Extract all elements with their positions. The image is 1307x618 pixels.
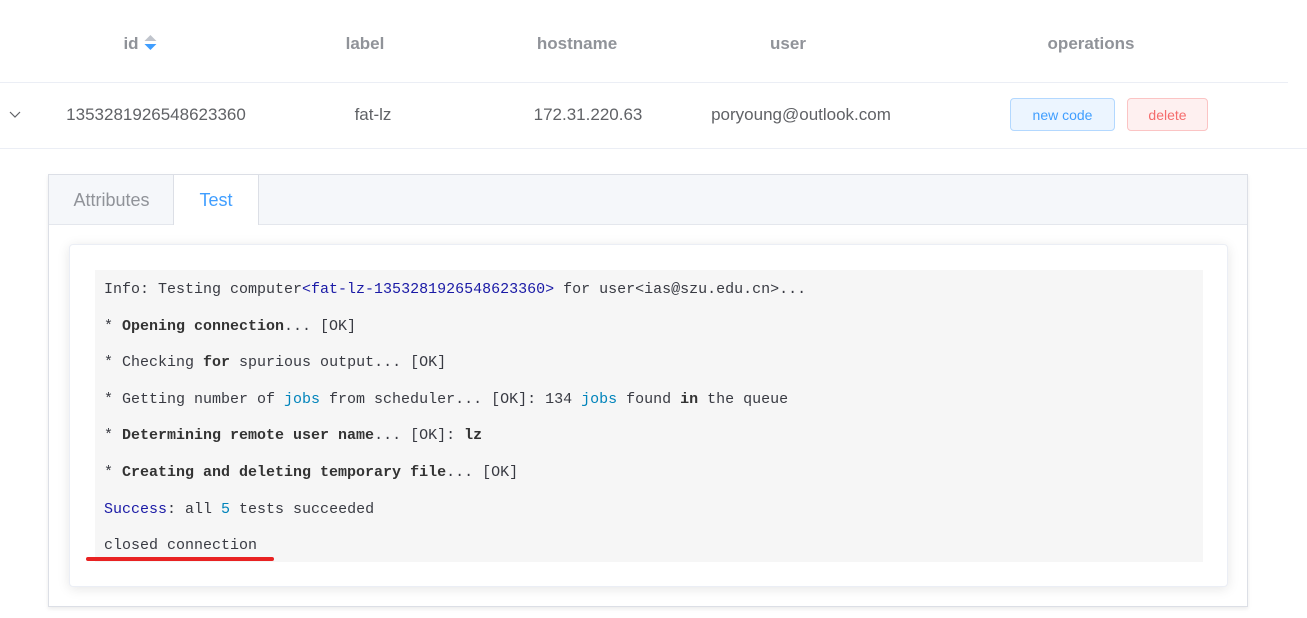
sort-caret-icon[interactable] — [144, 34, 157, 51]
cell-id: 1353281926548623360 — [66, 105, 246, 124]
log-token: jobs — [581, 390, 618, 408]
table-row: 1353281926548623360 fat-lz 172.31.220.63… — [0, 83, 1307, 149]
log-line: * Determining remote user name... [OK]: … — [104, 427, 482, 444]
tab-test[interactable]: Test — [173, 175, 259, 225]
log-token: for — [203, 354, 231, 372]
new-code-button[interactable]: new code — [1010, 98, 1115, 131]
log-token: ... [OK]: — [374, 427, 465, 445]
log-token: * — [104, 317, 123, 335]
column-header-operations: operations — [1047, 34, 1135, 53]
log-token: Info: Testing computer — [104, 281, 303, 298]
tab-bar: Attributes Test — [49, 175, 1247, 225]
log-token: found — [617, 390, 681, 408]
cell-user: poryoung@outlook.com — [711, 105, 891, 124]
row-detail-tabs: Attributes Test Info: Testing computer<f… — [48, 174, 1248, 607]
log-line: closed connection — [104, 537, 257, 554]
log-token: : all — [167, 500, 222, 518]
column-header-id[interactable]: id — [123, 34, 157, 54]
log-line: * Opening connection... [OK] — [104, 318, 356, 335]
log-token: ... [OK] — [284, 317, 357, 335]
sort-descending-icon[interactable] — [144, 43, 157, 50]
column-header-label: label — [345, 34, 385, 53]
log-token: for user<ias@szu.edu.cn>... — [554, 281, 807, 298]
log-token: tests succeeded — [230, 500, 375, 518]
log-line: Info: Testing computer<fat-lz-1353281926… — [104, 281, 806, 298]
log-token: the queue — [698, 390, 789, 408]
tab-attributes[interactable]: Attributes — [49, 175, 174, 224]
log-token: Creating and deleting temporary file — [122, 464, 447, 481]
log-token: <fat-lz-1353281926548623360> — [302, 281, 555, 298]
test-result-card: Info: Testing computer<fat-lz-1353281926… — [69, 244, 1228, 587]
table-header: id label hostname user operations — [0, 0, 1288, 83]
delete-button[interactable]: delete — [1127, 98, 1208, 131]
log-line: * Checking for spurious output... [OK] — [104, 354, 446, 371]
log-token: * Checking — [104, 354, 204, 372]
test-log: Info: Testing computer<fat-lz-1353281926… — [95, 270, 1203, 562]
log-token: * Getting number of — [104, 390, 285, 408]
log-token: Opening connection — [122, 317, 285, 335]
log-token: closed connection — [104, 537, 258, 555]
log-token: Determining remote user name — [122, 427, 375, 445]
column-header-user: user — [770, 34, 806, 53]
log-line: * Getting number of jobs from scheduler.… — [104, 391, 788, 408]
cell-hostname: 172.31.220.63 — [533, 105, 643, 124]
annotation-underline — [86, 557, 274, 561]
log-token: ... [OK] — [446, 464, 519, 481]
log-token: Success — [104, 500, 168, 518]
log-token: * — [104, 427, 123, 445]
log-token: lz — [464, 427, 483, 445]
log-token: * — [104, 464, 123, 481]
sort-ascending-icon[interactable] — [144, 34, 157, 41]
log-token: 5 — [221, 500, 231, 518]
cell-label: fat-lz — [354, 105, 392, 124]
chevron-down-icon[interactable] — [9, 111, 21, 119]
column-header-hostname: hostname — [536, 34, 618, 53]
log-line: * Creating and deleting temporary file..… — [104, 464, 518, 481]
log-token: jobs — [284, 390, 321, 408]
log-token: in — [680, 390, 699, 408]
log-token: spurious output... [OK] — [230, 354, 447, 372]
log-token: from scheduler... [OK]: 134 — [320, 390, 582, 408]
log-line: Success: all 5 tests succeeded — [104, 501, 374, 518]
